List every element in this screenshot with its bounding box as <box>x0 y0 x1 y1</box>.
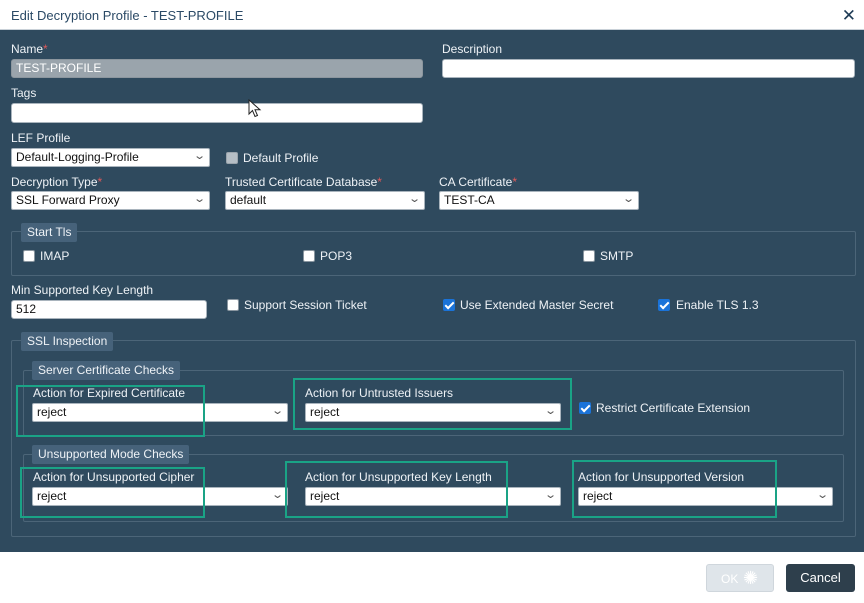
imap-label: IMAP <box>40 249 70 263</box>
trusted-cert-db-select[interactable]: default ⌄ <box>225 191 425 210</box>
name-label: Name* <box>11 42 48 56</box>
chevron-down-icon: ⌄ <box>815 489 829 501</box>
tags-label: Tags <box>11 86 37 100</box>
chevron-down-icon: ⌄ <box>192 193 206 205</box>
highlight-box <box>16 385 205 437</box>
trusted-cert-db-label: Trusted Certificate Database* <box>225 175 382 189</box>
support-session-ticket-label: Support Session Ticket <box>244 298 367 312</box>
unsupported-mode-checks-legend: Unsupported Mode Checks <box>32 445 190 464</box>
start-tls-legend: Start Tls <box>21 223 78 242</box>
ca-certificate-label: CA Certificate* <box>439 175 518 189</box>
default-profile-checkbox[interactable] <box>226 152 238 164</box>
tags-input[interactable] <box>11 103 423 123</box>
min-key-length-label: Min Supported Key Length <box>11 283 154 297</box>
restrict-cert-extension-checkbox[interactable] <box>579 402 591 414</box>
lef-profile-value: Default-Logging-Profile <box>16 150 139 164</box>
imap-checkbox[interactable] <box>23 250 35 262</box>
use-extended-master-secret-label: Use Extended Master Secret <box>460 298 614 312</box>
highlight-box <box>20 467 205 518</box>
restrict-cert-extension-label: Restrict Certificate Extension <box>596 401 751 415</box>
smtp-label: SMTP <box>600 249 634 263</box>
chevron-down-icon: ⌄ <box>407 193 421 205</box>
dialog-titlebar: Edit Decryption Profile - TEST-PROFILE ✕ <box>0 0 864 30</box>
lef-profile-label: LEF Profile <box>11 131 71 145</box>
dialog-title: Edit Decryption Profile - TEST-PROFILE <box>11 8 244 23</box>
pop3-checkbox[interactable] <box>303 250 315 262</box>
start-tls-fieldset <box>11 231 856 276</box>
ca-certificate-select[interactable]: TEST-CA ⌄ <box>439 191 639 210</box>
lef-profile-select[interactable]: Default-Logging-Profile ⌄ <box>11 148 210 167</box>
description-input[interactable] <box>442 59 855 78</box>
smtp-checkbox[interactable] <box>583 250 595 262</box>
decryption-type-label: Decryption Type* <box>11 175 103 189</box>
chevron-down-icon: ⌄ <box>270 405 284 417</box>
name-input[interactable]: TEST-PROFILE <box>11 59 423 78</box>
edit-decryption-profile-dialog: Edit Decryption Profile - TEST-PROFILE ✕… <box>0 0 864 603</box>
ca-certificate-value: TEST-CA <box>444 193 495 207</box>
decryption-type-value: SSL Forward Proxy <box>16 193 120 207</box>
decryption-type-select[interactable]: SSL Forward Proxy ⌄ <box>11 191 210 210</box>
server-cert-checks-legend: Server Certificate Checks <box>32 361 181 380</box>
spinner-icon: ✺ <box>743 568 759 588</box>
ssl-inspection-legend: SSL Inspection <box>21 332 114 351</box>
cancel-button[interactable]: Cancel <box>786 564 855 592</box>
ok-button[interactable]: OK ✺ <box>706 564 774 592</box>
chevron-down-icon: ⌄ <box>621 193 635 205</box>
enable-tls13-label: Enable TLS 1.3 <box>676 298 759 312</box>
pop3-label: POP3 <box>320 249 353 263</box>
min-key-length-input[interactable]: 512 <box>11 300 207 319</box>
trusted-cert-db-value: default <box>230 193 267 207</box>
chevron-down-icon: ⌄ <box>192 150 206 162</box>
highlight-box <box>285 461 508 518</box>
highlight-box <box>293 378 572 430</box>
highlight-box <box>572 460 777 518</box>
ok-label: OK <box>721 572 739 586</box>
support-session-ticket-checkbox[interactable] <box>227 299 239 311</box>
close-icon[interactable]: ✕ <box>842 6 856 26</box>
description-label: Description <box>442 42 503 56</box>
default-profile-label: Default Profile <box>243 151 319 165</box>
chevron-down-icon: ⌄ <box>270 489 284 501</box>
mouse-pointer-icon <box>248 99 262 118</box>
use-extended-master-secret-checkbox[interactable] <box>443 299 455 311</box>
enable-tls13-checkbox[interactable] <box>658 299 670 311</box>
chevron-down-icon: ⌄ <box>543 489 557 501</box>
